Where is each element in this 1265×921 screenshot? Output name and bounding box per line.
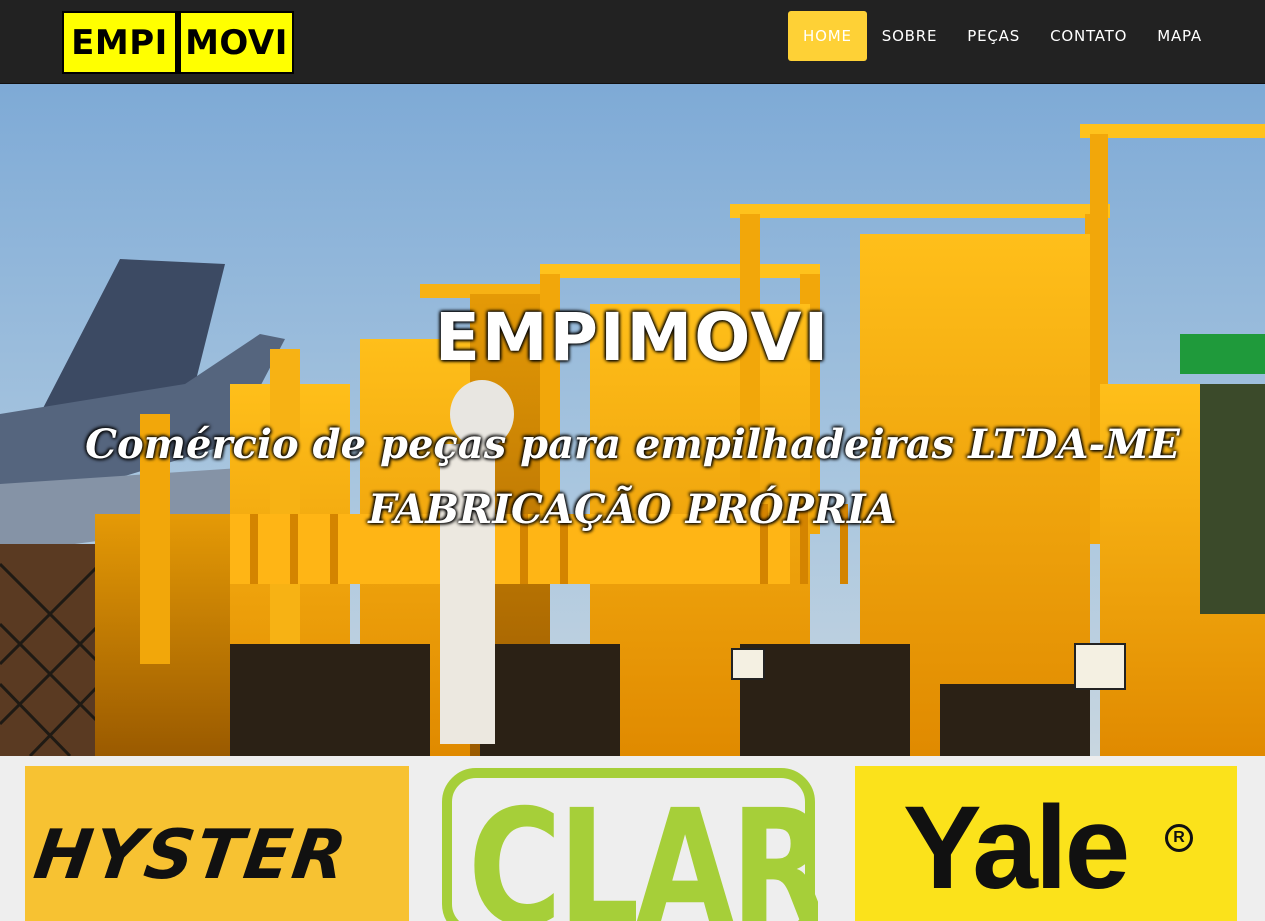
nav-contato[interactable]: CONTATO (1035, 11, 1142, 61)
hero-section: EMPIMOVI Comércio de peças para empilhad… (0, 84, 1265, 756)
nav-home[interactable]: HOME (788, 11, 867, 61)
yale-logo-text: Yale (903, 782, 1130, 914)
hero-title: EMPIMOVI (434, 299, 831, 376)
hyster-logo-text: HYSTER (29, 816, 353, 895)
hero-subtitle-line1: Comércio de peças para empilhadeiras LTD… (85, 421, 1180, 468)
navbar: EMPI MOVI HOME SOBRE PEÇAS CONTATO MAPA (0, 0, 1265, 84)
hero-background-image (0, 84, 1265, 756)
yale-logo[interactable]: Yale R (855, 766, 1237, 921)
clark-logo[interactable]: CLARK (440, 766, 818, 921)
brand-logo[interactable]: EMPI MOVI (62, 11, 294, 74)
hyster-logo[interactable]: HYSTER (25, 766, 409, 921)
clark-logo-text: CLARK (468, 776, 818, 921)
hero-subtitle-line2: FABRICAÇÃO PRÓPRIA (368, 486, 897, 533)
main-nav: HOME SOBRE PEÇAS CONTATO MAPA (788, 11, 1217, 61)
nav-sobre[interactable]: SOBRE (867, 11, 953, 61)
brands-section: HYSTER CLARK Yale R (0, 756, 1265, 921)
registered-mark-icon: R (1165, 824, 1193, 852)
nav-pecas[interactable]: PEÇAS (952, 11, 1035, 61)
logo-text-movi: MOVI (181, 13, 292, 72)
logo-text-empi: EMPI (64, 13, 175, 72)
nav-mapa[interactable]: MAPA (1142, 11, 1217, 61)
